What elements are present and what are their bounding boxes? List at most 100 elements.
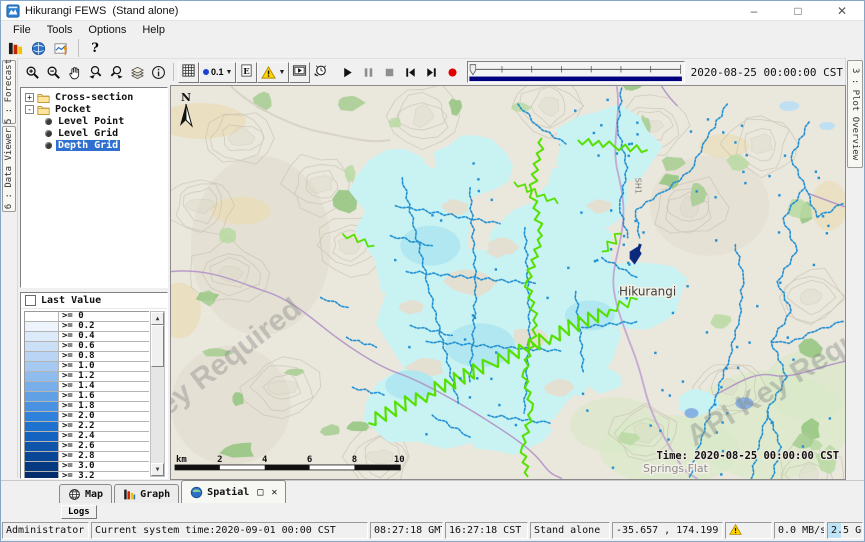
svg-text:SH1: SH1 [634,178,643,194]
stop-button[interactable] [379,62,400,83]
legend-scrollbar[interactable]: ▲ ▼ [150,311,165,477]
threshold-dropdown[interactable]: 0.1 ▼ [199,62,236,83]
logs-button[interactable]: Logs [61,505,97,519]
legend-color-swatch [25,362,59,371]
maximize-button[interactable]: □ [776,1,820,20]
last-value-checkbox[interactable] [25,295,36,306]
pan-button[interactable] [64,62,85,83]
info-button[interactable] [148,62,169,83]
graphs-button[interactable] [51,38,72,59]
svg-text:N: N [181,91,191,104]
menu-file[interactable]: File [5,23,39,37]
status-segment: Stand alone [530,522,610,539]
zoom-out-button[interactable] [43,62,64,83]
close-button[interactable]: ✕ [820,1,864,20]
legend-value-label: >= 3.0 [59,462,149,471]
zoom-previous-button[interactable] [85,62,106,83]
tab-restore-icon[interactable]: □ [257,487,263,498]
tree-node-label: Cross-section [53,92,135,103]
main-toolbar: ? [1,38,864,58]
svg-text:Springs Flat: Springs Flat [643,462,709,475]
tree-node-cross-section[interactable]: + Cross-section [21,91,167,103]
tree-node-level-grid[interactable]: Level Grid [21,127,167,139]
svg-text:km: km [176,455,187,465]
step-forward-button[interactable] [421,62,442,83]
toolbar-separator [78,39,79,57]
tree-node-pocket[interactable]: -Pocket [21,103,167,115]
sidebar-tab-data-viewer[interactable]: 6 : Data Viewer [2,126,16,212]
tree-expander-icon[interactable]: - [25,105,34,114]
animation-button[interactable] [289,62,310,83]
timeline-datetime: 2020-08-25 00:00:00 CST [691,66,845,79]
step-backward-button[interactable] [400,62,421,83]
minimize-button[interactable]: – [732,1,776,20]
legend-value-label: >= 2.4 [59,432,149,441]
legend-value-label: >= 2.8 [59,452,149,461]
legend-color-swatch [25,442,59,451]
map-canvas[interactable]: API Key Required API Key Required Hikura… [170,85,846,480]
play-button[interactable] [337,62,358,83]
globe-blue-icon [190,486,203,499]
status-segment: 2.5 GB [827,522,863,539]
status-segment: 0.0 MB/s [774,522,825,539]
labels-icon: E [239,63,254,81]
record-button[interactable] [442,62,463,83]
timer-button[interactable] [310,62,331,83]
legend-color-swatch [25,412,59,421]
labels-button[interactable]: E [236,62,257,83]
legend-value-label: >= 1.8 [59,402,149,411]
legend-value-label: >= 1.0 [59,362,149,371]
tab-graph[interactable]: Graph [114,484,179,503]
tree-expander-icon[interactable]: + [25,93,34,102]
grid-button[interactable] [178,62,199,83]
legend-color-swatch [25,332,59,341]
explorer-tree: + Cross-section-PocketLevel PointLevel Gr… [20,87,168,288]
menu-bar: FileToolsOptionsHelp [1,21,864,38]
toolbar-separator [173,63,174,81]
status-segment: 16:27:18 CST [445,522,528,539]
map-toolbar: 0.1 ▼ E ▼ 2020-08-25 00:00:00 CST [18,58,845,85]
tree-node-depth-grid[interactable]: Depth Grid [21,139,167,151]
grid-icon [181,63,196,81]
legend-color-swatch [25,452,59,461]
tab-spatial[interactable]: Spatial□✕ [181,480,286,503]
legend-color-swatch [25,312,59,321]
zoom-in-button[interactable] [22,62,43,83]
folder-icon [37,104,50,115]
menu-tools[interactable]: Tools [39,23,81,37]
explorer-button[interactable] [5,38,26,59]
zoom-next-button[interactable] [106,62,127,83]
application-window: Hikurangi FEWS (Stand alone) – □ ✕ FileT… [0,0,865,542]
legend-value-label: >= 2.0 [59,412,149,421]
legend-value-label: >= 0.2 [59,322,149,331]
menu-help[interactable]: Help [134,23,173,37]
legend-value-label: >= 1.6 [59,392,149,401]
map-globe-button[interactable] [28,38,49,59]
legend-value-label: >= 1.4 [59,382,149,391]
warnings-dropdown[interactable]: ▼ [257,62,289,83]
legend-color-swatch [25,352,59,361]
menu-options[interactable]: Options [80,23,134,37]
logs-row: Logs [1,503,864,520]
scrollbar-thumb[interactable] [151,325,164,367]
scroll-up-icon[interactable]: ▲ [151,312,164,325]
threshold-dot-icon [203,69,209,75]
tree-node-level-point[interactable]: Level Point [21,115,167,127]
layers-button[interactable] [127,62,148,83]
tab-close-icon[interactable]: ✕ [271,487,277,498]
svg-text:E: E [244,66,250,76]
legend-value-label: >= 0.6 [59,342,149,351]
scroll-down-icon[interactable]: ▼ [151,463,164,476]
status-bar: AdministratorCurrent system time:2020-09… [1,520,864,541]
chevron-down-icon: ▼ [278,69,285,76]
map-time-label: Time: 2020-08-25 00:00:00 CST [657,450,840,462]
help-button[interactable]: ? [85,38,105,58]
tab-map[interactable]: Map [59,484,112,503]
timeline-slider[interactable] [467,61,684,83]
legend-color-swatch [25,372,59,381]
pause-button[interactable] [358,62,379,83]
sidebar-tab-plot-overview[interactable]: 3 : Plot Overview [847,60,863,168]
svg-text:2: 2 [217,455,222,465]
sidebar-tab-forecast[interactable]: 5 : Forecast [2,60,16,124]
legend-table: >= 0>= 0.2>= 0.4>= 0.6>= 0.8>= 1.0>= 1.2… [24,311,149,478]
